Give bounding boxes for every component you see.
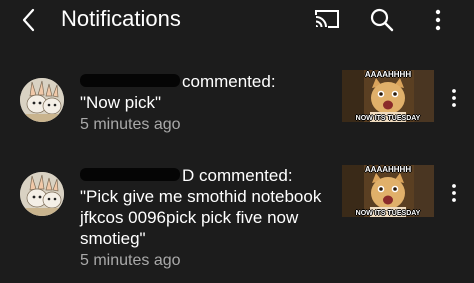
comment-text: "Pick give me smothid notebook jfkcos 00… <box>80 187 322 248</box>
cast-icon <box>315 10 339 28</box>
bunny-avatar-icon <box>20 78 64 122</box>
author-line: D commented: <box>80 165 330 186</box>
video-thumbnail[interactable]: AAAAHHHH NOW ITS TUESDAY <box>342 165 434 217</box>
more-vert-icon <box>435 9 441 31</box>
thumbnail-caption-bottom: NOW ITS TUESDAY <box>355 210 421 217</box>
notifications-screen: Notifications commented: "Now pick" 5 mi… <box>0 0 474 283</box>
thumbnail-caption-top: AAAAHHHH <box>364 165 412 174</box>
notification-more-button[interactable] <box>447 87 461 109</box>
more-vert-icon <box>452 184 456 202</box>
comment-action-label: commented: <box>182 72 276 91</box>
back-arrow-icon <box>22 8 35 32</box>
comment-action-label: D commented: <box>182 166 293 185</box>
video-thumbnail[interactable]: AAAAHHHH NOW ITS TUESDAY <box>342 70 434 122</box>
page-title: Notifications <box>61 6 181 31</box>
app-header: Notifications <box>0 0 474 42</box>
thumbnail-caption-bottom: NOW ITS TUESDAY <box>355 115 421 122</box>
comment-text: "Now pick" <box>80 93 162 112</box>
timestamp: 5 minutes ago <box>80 116 181 133</box>
header-more-button[interactable] <box>430 7 446 33</box>
search-button[interactable] <box>369 7 395 33</box>
more-vert-icon <box>452 89 456 107</box>
avatar[interactable] <box>20 78 64 122</box>
avatar[interactable] <box>20 172 64 216</box>
timestamp: 5 minutes ago <box>80 252 181 269</box>
notification-text: D commented: "Pick give me smothid noteb… <box>80 165 330 271</box>
notification-item[interactable]: commented: "Now pick" 5 minutes ago AAAA… <box>0 66 474 136</box>
author-line: commented: <box>80 71 330 92</box>
bunny-avatar-icon <box>20 172 64 216</box>
cast-button[interactable] <box>313 7 341 31</box>
thumbnail-caption-top: AAAAHHHH <box>364 70 412 79</box>
redacted-author-name <box>80 74 180 88</box>
back-button[interactable] <box>16 5 46 35</box>
notification-text: commented: "Now pick" 5 minutes ago <box>80 71 330 135</box>
redacted-author-name <box>80 168 180 182</box>
notification-item[interactable]: D commented: "Pick give me smothid noteb… <box>0 160 474 280</box>
notification-more-button[interactable] <box>447 182 461 204</box>
search-icon <box>370 8 394 32</box>
